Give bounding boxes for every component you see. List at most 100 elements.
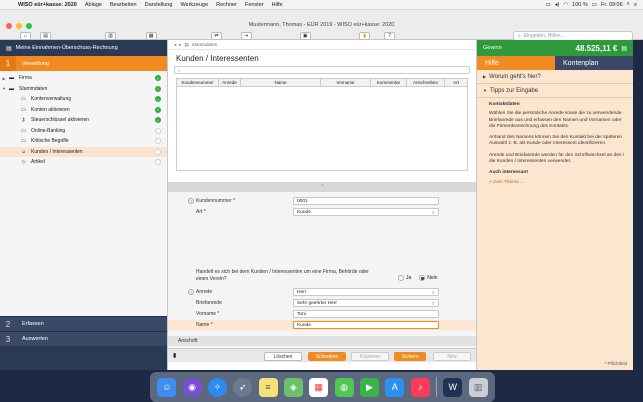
- sidebar-item-artikel[interactable]: ◇ Artikel: [0, 157, 167, 168]
- sidebar-item-kunden[interactable]: ☺ Kunden / Interessenten: [0, 146, 167, 157]
- menu-ablage[interactable]: Ablage: [81, 2, 106, 8]
- worum-section[interactable]: ▶ Worum geht's hier?: [477, 70, 633, 84]
- document-icon: ▤: [6, 45, 12, 52]
- tab-hilfe[interactable]: Hilfe: [477, 56, 555, 70]
- radio-ja[interactable]: Ja: [398, 275, 411, 281]
- page-title: Kunden / Interessenten: [176, 54, 259, 63]
- key-icon: ⚷: [21, 117, 26, 124]
- notes-icon[interactable]: ≡: [258, 377, 278, 397]
- art-select[interactable]: Kunde ⇕: [293, 208, 439, 216]
- help-paragraph-1: Wählen Sie die persönliche Anrede sowie …: [489, 111, 622, 129]
- menu-hilfe[interactable]: Hilfe: [268, 2, 287, 8]
- gewinn-value: 48.525,11 €: [575, 43, 618, 53]
- folder-icon: ▬: [9, 75, 14, 82]
- col-kundennummer[interactable]: Kundennummer: [177, 79, 219, 86]
- trash-icon[interactable]: ▥: [468, 377, 488, 397]
- save-icon: ▤: [40, 32, 52, 40]
- finder-icon[interactable]: ☺: [157, 377, 177, 397]
- menu-rechner[interactable]: Rechner: [212, 2, 241, 8]
- battery-label[interactable]: 100 %: [572, 2, 588, 8]
- macos-menubar: WISO eür+kasse: 2020 Ablage Bearbeiten D…: [0, 0, 643, 10]
- section-anschrift: Anschrift: [168, 336, 477, 346]
- kundennummer-field[interactable]: 0001: [293, 197, 439, 205]
- music-icon[interactable]: ♪: [410, 377, 430, 397]
- sidebar-section-auswerten[interactable]: 3 Auswerten: [0, 331, 167, 346]
- gewinn-bar[interactable]: Gewinn 48.525,11 € ▤: [477, 40, 633, 56]
- expand-icon[interactable]: ▶: [0, 76, 8, 81]
- help-icon[interactable]: ?: [188, 198, 194, 204]
- firma-question: Handelt es sich bei dem Kunden / Interes…: [196, 269, 369, 282]
- help-tabs: Hilfe Kontenplan: [477, 56, 633, 70]
- col-anschreiben[interactable]: Anschreiben: [407, 79, 445, 86]
- label-briefanrede: Briefanrede: [196, 300, 222, 306]
- help-paragraph-3: Anrede und Briefanrede werden für den Sc…: [489, 152, 625, 165]
- col-vorname[interactable]: Vorname: [321, 79, 371, 86]
- wiso-icon[interactable]: W: [443, 377, 463, 397]
- calendar-icon[interactable]: ▦: [309, 377, 329, 397]
- bank-icon: ▥: [105, 32, 117, 40]
- menu-fenster[interactable]: Fenster: [241, 2, 268, 8]
- sidebar-item-kritische-begriffe[interactable]: ▭ Kritische Begriffe: [0, 136, 167, 147]
- cast-icon[interactable]: ▭: [546, 2, 551, 8]
- siri-icon[interactable]: ◉: [182, 377, 202, 397]
- neu-button[interactable]: Neu: [433, 352, 471, 361]
- section-number: 1: [0, 56, 16, 71]
- appstore-icon[interactable]: A: [385, 377, 405, 397]
- zum-thema-link[interactable]: » Zum Thema ...: [489, 180, 627, 186]
- forward-arrow-icon[interactable]: ▸: [179, 42, 181, 48]
- breadcrumb-item[interactable]: Stammdaten: [192, 42, 218, 47]
- radio-nein[interactable]: Nein: [419, 275, 438, 281]
- anrede-select[interactable]: Herr ⇕: [293, 288, 439, 296]
- sichern-button[interactable]: Sichern: [394, 352, 426, 361]
- menu-bearbeiten[interactable]: Bearbeiten: [106, 2, 141, 8]
- spotlight-icon[interactable]: ⌕: [627, 1, 630, 8]
- sidebar: ▤ Meine Einnahmen-Überschuss-Rechnung 1 …: [0, 40, 167, 370]
- transfer-icon: ⇥: [240, 32, 252, 40]
- collapse-icon[interactable]: ▼: [0, 86, 8, 91]
- panel-collapse-toggle[interactable]: ⌃: [168, 182, 477, 192]
- col-name[interactable]: Name: [241, 79, 321, 86]
- expand-icon[interactable]: ▤: [621, 45, 627, 52]
- messages-icon[interactable]: ◍: [334, 377, 354, 397]
- vorname-field[interactable]: Toni: [293, 310, 439, 318]
- menu-darstellung[interactable]: Darstellung: [141, 2, 177, 8]
- name-field[interactable]: Kunde: [293, 321, 439, 329]
- status-empty-icon: [155, 148, 161, 155]
- menu-app[interactable]: WISO eür+kasse: 2020: [14, 2, 81, 8]
- kopieren-button[interactable]: Kopieren: [351, 352, 389, 361]
- schreiben-button[interactable]: Schreiben: [308, 352, 346, 361]
- sidebar-item-label: Artikel: [31, 159, 45, 166]
- sidebar-section-erfassen[interactable]: 2 Erfassen: [0, 316, 167, 331]
- col-anrede[interactable]: Anrede: [219, 79, 241, 86]
- status-empty-icon: [155, 159, 161, 166]
- battery-icon[interactable]: ▭: [592, 2, 597, 8]
- sidebar-item-firma[interactable]: ▶ ▬ Firma ✓: [0, 73, 167, 84]
- col-kommentar[interactable]: Kommentar: [371, 79, 407, 86]
- maps-icon[interactable]: ◈: [283, 377, 303, 397]
- tipps-section[interactable]: ▼ Tipps zur Eingabe: [477, 84, 633, 98]
- sidebar-item-konten-aktivieren[interactable]: ▭ Konten aktivieren ✓: [0, 105, 167, 116]
- sidebar-item-kontenverwaltung[interactable]: ▭ Kontenverwaltung ✓: [0, 94, 167, 105]
- loeschen-button[interactable]: Löschen: [264, 352, 302, 361]
- sidebar-item-steuerschluessel[interactable]: ⚷ Steuerschlüssel aktivieren ✓: [0, 115, 167, 126]
- safari-icon[interactable]: ✧: [207, 377, 227, 397]
- menu-werkzeuge[interactable]: Werkzeuge: [176, 2, 212, 8]
- volume-icon[interactable]: ◂): [555, 2, 560, 8]
- search-icon: ⌕: [178, 67, 181, 73]
- sidebar-item-stammdaten[interactable]: ▼ ▬ Stammdaten ✓: [0, 84, 167, 95]
- table-filter-input[interactable]: ⌕: [174, 66, 470, 74]
- bookmark-icon[interactable]: ▮: [173, 352, 176, 359]
- sidebar-section-verwaltung[interactable]: 1 Verwaltung: [0, 56, 167, 71]
- launchpad-icon[interactable]: ➶: [233, 377, 253, 397]
- menu-list-icon[interactable]: ≡: [634, 2, 637, 8]
- sidebar-item-online-banking[interactable]: ▭ Online-Banking: [0, 126, 167, 137]
- back-arrow-icon[interactable]: ◂: [174, 42, 176, 48]
- briefanrede-select[interactable]: Sehr geehrter Herr ⇕: [293, 299, 439, 307]
- facetime-icon[interactable]: ▶: [359, 377, 379, 397]
- tab-kontenplan[interactable]: Kontenplan: [555, 56, 633, 70]
- wifi-icon[interactable]: ◠: [563, 2, 568, 8]
- help-icon[interactable]: ?: [188, 289, 194, 295]
- updown-icon: ⇕: [431, 300, 435, 306]
- col-art[interactable]: Art: [445, 79, 467, 86]
- clock[interactable]: Fr. 09:06: [601, 2, 623, 8]
